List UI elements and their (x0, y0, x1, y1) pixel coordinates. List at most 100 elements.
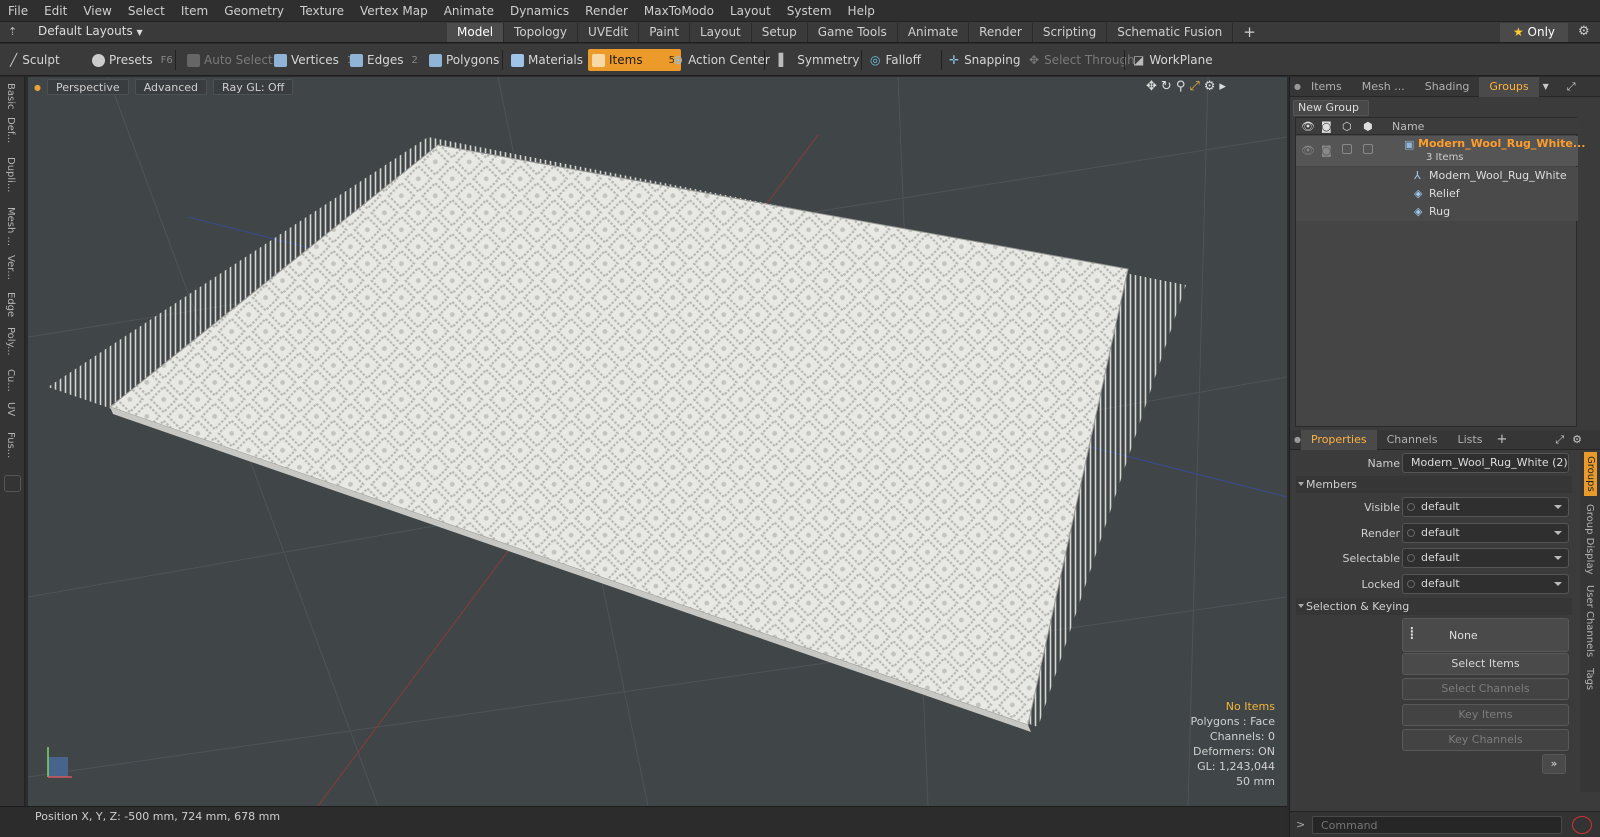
menu-select[interactable]: Select (120, 0, 173, 22)
visibility-eye-icon[interactable]: 👁 (1301, 120, 1315, 133)
shading-mode-button[interactable]: Advanced (134, 79, 208, 95)
gear-icon[interactable]: ⚙ (1578, 24, 1590, 39)
tab-setup[interactable]: Setup (752, 23, 808, 42)
expand-panel-icon[interactable]: ⤢ (1567, 80, 1576, 94)
menu-layout[interactable]: Layout (722, 0, 779, 22)
only-toggle[interactable]: ★ Only (1500, 23, 1568, 42)
select-icon[interactable]: ⬡ (1342, 120, 1352, 133)
3d-viewport[interactable]: ● Perspective Advanced Ray GL: Off ✥↻⚲⤢⚙… (28, 77, 1287, 806)
side-tab-user-channels[interactable]: User Channels (1584, 585, 1595, 657)
tab-shading[interactable]: Shading (1415, 77, 1480, 97)
locked-select[interactable]: default (1402, 574, 1569, 594)
name-column-header[interactable]: Name (1392, 120, 1424, 133)
lock-icon[interactable]: ⬢ (1363, 120, 1373, 133)
raygl-button[interactable]: Ray GL: Off (213, 79, 294, 95)
group-eye-icon[interactable]: 👁 (1301, 144, 1315, 157)
viewport-gear-icon[interactable]: ⚙ (1204, 79, 1220, 94)
tool-tab-deform[interactable]: Def... (5, 117, 16, 143)
workplane-button[interactable]: ◪ WorkPlane (1129, 49, 1213, 71)
symmetry-button[interactable]: ▐ Symmetry (770, 49, 859, 71)
fit-view-icon[interactable]: ⤢ (1189, 79, 1203, 94)
group-member-row[interactable]: ◈ Rug (1296, 203, 1578, 221)
tool-tab-curve[interactable]: Cu... (5, 369, 16, 392)
side-tab-groups[interactable]: Groups (1584, 452, 1597, 496)
menu-item[interactable]: Item (173, 0, 216, 22)
edges-button[interactable]: Edges 2 (346, 49, 418, 71)
select-channels-button[interactable]: Select Channels (1402, 678, 1569, 700)
group-lock-toggle[interactable] (1363, 144, 1373, 154)
presets-button[interactable]: Presets F6 (88, 49, 173, 71)
move-view-icon[interactable]: ✥ (1146, 79, 1161, 94)
layout-expand-icon[interactable]: ⇡ (8, 25, 17, 38)
view-mode-button[interactable]: Perspective (46, 79, 129, 95)
tab-schematic-fusion[interactable]: Schematic Fusion (1107, 23, 1234, 42)
add-tab-icon[interactable]: + (1233, 23, 1266, 42)
key-items-button[interactable]: Key Items (1402, 704, 1569, 726)
tool-tab-toggle-button[interactable] (4, 475, 21, 492)
tab-scripting[interactable]: Scripting (1033, 23, 1108, 42)
menu-vertex-map[interactable]: Vertex Map (352, 0, 436, 22)
panel-gear-icon[interactable]: ⚙ (1572, 433, 1582, 446)
tab-lists[interactable]: Lists (1447, 430, 1492, 450)
tool-tab-mesh[interactable]: Mesh ... (5, 207, 16, 246)
tool-tab-edge[interactable]: Edge (5, 292, 16, 317)
vertices-button[interactable]: Vertices1 (270, 49, 353, 71)
snapping-button[interactable]: ✛ Snapping (945, 49, 1020, 71)
select-through-button[interactable]: ✥ Select Through (1025, 49, 1135, 71)
name-field[interactable]: Modern_Wool_Rug_White (2) (1402, 453, 1569, 473)
side-tab-tags[interactable]: Tags (1584, 668, 1595, 690)
tab-layout[interactable]: Layout (690, 23, 752, 42)
layout-preset-dropdown[interactable]: Default Layouts ▼ (38, 24, 143, 38)
menu-system[interactable]: System (779, 0, 840, 22)
tab-properties[interactable]: Properties (1300, 429, 1377, 450)
viewport-menu-icon[interactable]: ▸ (1219, 79, 1230, 94)
tab-render[interactable]: Render (969, 23, 1033, 42)
tab-mesh[interactable]: Mesh ... (1352, 77, 1415, 97)
selection-keying-section-header[interactable]: Selection & Keying (1296, 598, 1572, 615)
auto-select-button[interactable]: Auto Select (183, 49, 273, 71)
record-macro-icon[interactable] (1572, 816, 1592, 834)
tool-tab-uv[interactable]: UV (5, 402, 16, 416)
menu-edit[interactable]: Edit (36, 0, 75, 22)
new-group-button[interactable]: New Group (1293, 100, 1369, 116)
menu-maxtomodo[interactable]: MaxToModo (636, 0, 722, 22)
menu-animate[interactable]: Animate (436, 0, 502, 22)
menu-render[interactable]: Render (577, 0, 636, 22)
render-select[interactable]: default (1402, 523, 1569, 543)
command-input[interactable] (1312, 816, 1562, 834)
members-section-header[interactable]: Members (1296, 476, 1572, 493)
side-tab-group-display[interactable]: Group Display (1584, 504, 1595, 574)
falloff-button[interactable]: ◎ Falloff (866, 49, 921, 71)
key-channels-button[interactable]: Key Channels (1402, 729, 1569, 751)
tool-tab-basic[interactable]: Basic (5, 83, 16, 109)
tab-model[interactable]: Model (447, 23, 505, 42)
group-render-icon[interactable]: ◙ (1321, 144, 1332, 157)
tab-uvedit[interactable]: UVEdit (578, 23, 640, 42)
add-tab-icon[interactable]: + (1496, 432, 1507, 447)
tool-tab-polygon[interactable]: Poly... (5, 327, 16, 356)
menu-help[interactable]: Help (840, 0, 883, 22)
items-button[interactable]: Items 5 (588, 49, 681, 71)
visible-select[interactable]: default (1402, 497, 1569, 517)
menu-file[interactable]: File (0, 0, 36, 22)
rotate-view-icon[interactable]: ↻ (1161, 79, 1176, 94)
group-select-toggle[interactable] (1342, 144, 1352, 154)
menu-geometry[interactable]: Geometry (216, 0, 292, 22)
tool-tab-fusion[interactable]: Fus... (5, 432, 16, 458)
group-member-row[interactable]: ⅄ Modern_Wool_Rug_White (1296, 167, 1578, 185)
tabs-menu-icon[interactable]: ▼ (1543, 82, 1549, 91)
none-keying-button[interactable]: ⁞ None (1402, 618, 1569, 652)
sculpt-button[interactable]: ╱ Sculpt (6, 49, 60, 71)
materials-button[interactable]: Materials (507, 49, 583, 71)
render-icon[interactable]: ◙ (1321, 120, 1332, 133)
group-row[interactable]: 👁 ◙ ▣ Modern_Wool_Rug_White... 3 Items (1296, 136, 1585, 166)
tab-groups[interactable]: Groups (1479, 76, 1539, 97)
action-center-button[interactable]: ⊕ Action Center (669, 49, 770, 71)
tab-topology[interactable]: Topology (504, 23, 579, 42)
tab-paint[interactable]: Paint (639, 23, 690, 42)
menu-texture[interactable]: Texture (292, 0, 352, 22)
tab-channels[interactable]: Channels (1377, 430, 1448, 450)
tab-items[interactable]: Items (1301, 77, 1352, 97)
tool-tab-duplicate[interactable]: Dupli... (5, 157, 16, 192)
select-items-button[interactable]: Select Items (1402, 653, 1569, 675)
